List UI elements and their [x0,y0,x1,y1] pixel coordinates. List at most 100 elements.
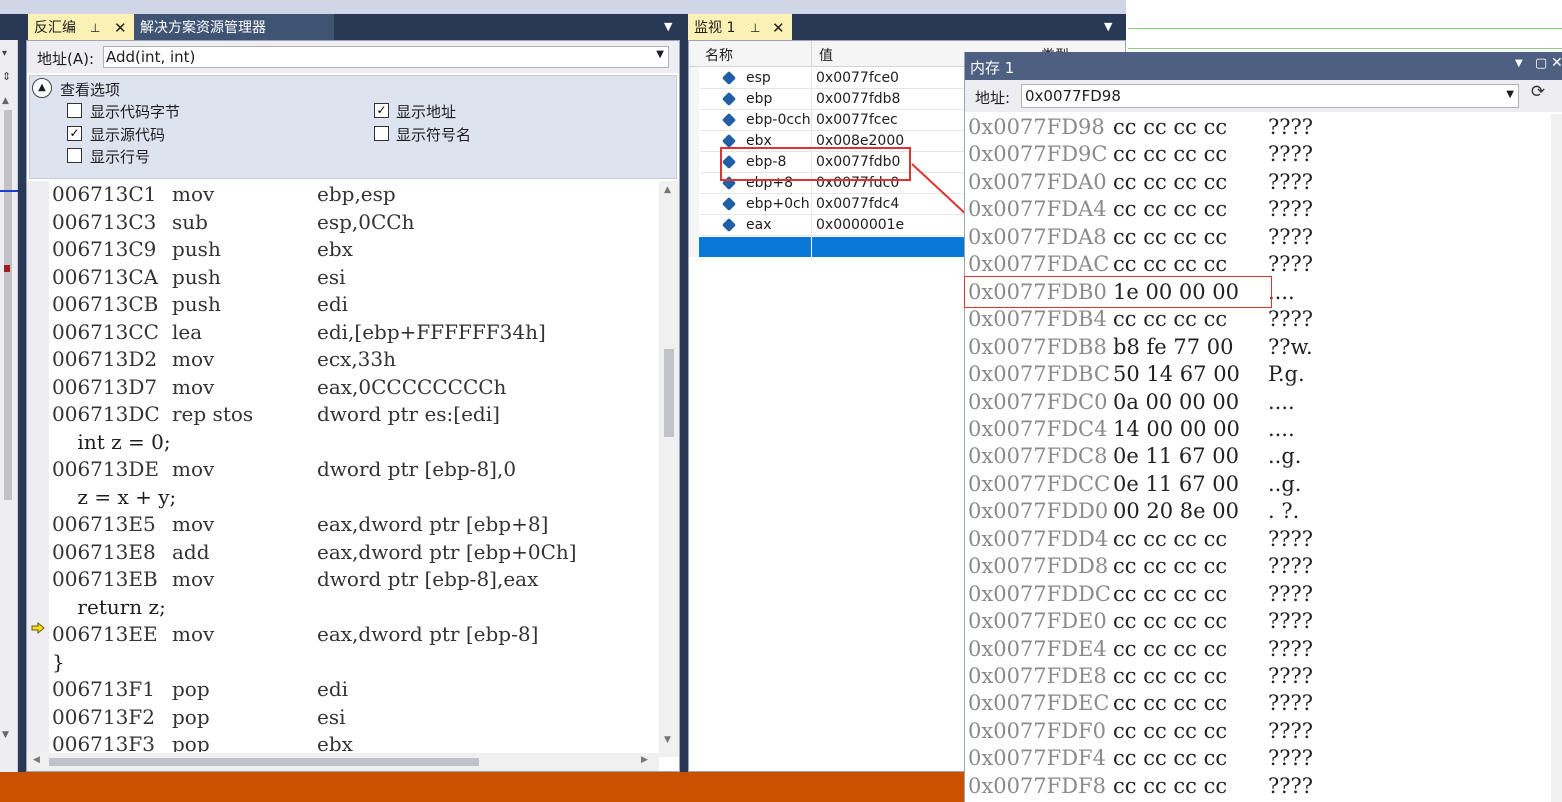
instruction-opcode: mov [172,622,215,646]
memory-chars: ???? [1268,746,1314,771]
scroll-up-icon[interactable]: ▲ [2,96,9,106]
memory-title-bar[interactable]: 内存 1 ▼ ▢ ✕ [965,52,1562,80]
memory-chars: .... [1268,389,1295,414]
refresh-icon[interactable]: ⟳ [1527,82,1549,106]
collapse-icon[interactable]: ▲ [32,78,52,98]
line-marker [0,190,18,192]
instruction-opcode: mov [172,457,215,481]
chevron-down-icon[interactable]: ▼ [1506,89,1514,100]
right-document-line-2 [1128,48,1562,49]
close-icon[interactable]: ✕ [114,14,127,42]
memory-chars: ???? [1268,636,1314,661]
scroll-left-icon[interactable]: ◀ [33,755,40,765]
option-show-source-label: 显示源代码 [90,126,166,144]
scroll-thumb[interactable] [664,349,674,437]
option-show-line-numbers-label: 显示行号 [90,148,151,166]
watch-name: esp [746,70,771,86]
horizontal-scrollbar[interactable]: ◀ ▶ [27,753,659,771]
instruction-operands: dword ptr [ebp-8],0 [317,457,517,481]
memory-scrollbar[interactable] [1551,114,1562,802]
instruction-operands: esp,0CCh [317,209,415,234]
scroll-thumb[interactable] [4,110,12,500]
pin-icon[interactable]: ⊥ [90,14,100,42]
h-scroll-thumb[interactable] [49,758,479,766]
memory-chars: ..g. [1268,471,1302,496]
watch-row[interactable]: ebp 0x0077fdb8 [700,89,970,110]
memory-address: 0x0077FDF0 [968,718,1106,743]
maximize-icon[interactable]: ▢ [1535,56,1547,71]
instruction-operands: eax,0CCCCCCCCh [317,374,507,399]
memory-bytes: 0e 11 67 00 [1113,471,1239,496]
variable-icon [721,112,737,128]
window-menu-icon[interactable]: ▼ [1515,58,1523,69]
memory-address: 0x0077FDE4 [968,636,1107,661]
watch-panel-menu-icon[interactable]: ▼ [1104,20,1112,33]
dropdown-arrow-icon[interactable]: ▾ [2,48,7,59]
memory-bytes: cc cc cc cc [1113,115,1228,139]
memory-address: 0x0077FDAC [968,252,1110,277]
scroll-up-icon[interactable]: ▲ [664,185,671,195]
memory-chars: ???? [1268,197,1314,222]
memory-bytes: cc cc cc cc [1113,169,1228,194]
memory-bytes: cc cc cc cc [1113,773,1228,798]
scroll-right-icon[interactable]: ▶ [641,755,648,765]
memory-chars: ???? [1268,142,1314,167]
instruction-operands: eax,dword ptr [ebp-8] [317,622,539,646]
source-code-text: z = x + y; [52,484,177,509]
instruction-operands: esi [317,264,346,289]
tab-watch[interactable]: 监视 1 ⊥ ✕ [688,14,792,40]
memory-bytes: cc cc cc cc [1113,718,1228,743]
scroll-down-icon[interactable]: ▼ [664,735,671,745]
memory-address: 0x0077FDC4 [968,416,1108,441]
memory-chars: ???? [1268,664,1314,688]
memory-bytes: 0e 11 67 00 [1113,444,1239,469]
memory-address-input[interactable]: 0x0077FD98 ▼ [1021,84,1519,108]
memory-bytes: cc cc cc cc [1113,636,1228,661]
vertical-scrollbar[interactable]: ▲ ▼ [659,181,679,757]
panel-menu-icon[interactable]: ▼ [664,20,672,33]
watch-name: eax [746,217,772,233]
memory-bytes: cc cc cc cc [1113,581,1228,606]
checkbox-show-line-numbers[interactable] [67,148,82,163]
memory-chars: ???? [1268,526,1314,551]
variable-icon [721,196,737,212]
close-icon[interactable]: ✕ [1551,55,1562,71]
watch-name: ebp [746,91,773,107]
view-options-title: 查看选项 [60,81,121,99]
instruction-address: 006713CA [52,264,159,289]
watch-value: 0x0077fdc4 [816,196,900,212]
memory-chars: .... [1268,416,1295,441]
memory-title: 内存 1 [970,59,1015,77]
memory-chars: ???? [1268,224,1314,249]
watch-row[interactable]: ebp-0cch 0x0077fcec [700,110,970,131]
column-name-header[interactable]: 名称 [705,45,733,65]
option-show-symbol-names-label: 显示符号名 [396,126,472,144]
column-value-header[interactable]: 值 [819,45,833,65]
instruction-address: 006713DE [52,457,159,481]
column-divider[interactable] [811,41,812,67]
checkbox-show-code-bytes[interactable] [67,103,82,118]
memory-chars: ???? [1268,554,1314,579]
instruction-opcode: pop [172,732,210,752]
scroll-down-icon[interactable]: ▼ [2,730,9,740]
tab-disassembly[interactable]: 反汇编 ⊥ ✕ [28,14,134,40]
watch-name: ebp-0cch [746,112,811,128]
address-combobox[interactable]: Add(int, int) ▼ [103,46,669,68]
close-icon[interactable]: ✕ [772,14,785,42]
tab-solution-explorer[interactable]: 解决方案资源管理器 [134,14,334,40]
split-icon[interactable]: ⇕ [2,70,11,83]
option-show-code-bytes-label: 显示代码字节 [90,103,181,121]
checkbox-show-address[interactable]: ✓ [374,103,389,118]
instruction-operands: edi [317,292,349,316]
checkbox-show-source[interactable]: ✓ [67,126,82,141]
watch-row[interactable]: esp 0x0077fce0 [700,68,970,89]
checkbox-show-symbol-names[interactable] [374,126,389,141]
pin-icon[interactable]: ⊥ [750,14,760,42]
watch-left-strip [689,67,699,257]
memory-bytes: cc cc cc cc [1113,554,1228,579]
chevron-down-icon[interactable]: ▼ [656,49,664,60]
tab-disassembly-label: 反汇编 [34,20,76,36]
memory-bytes: cc cc cc cc [1113,224,1228,249]
instruction-operands: ecx,33h [317,347,397,371]
variable-icon [721,217,737,233]
